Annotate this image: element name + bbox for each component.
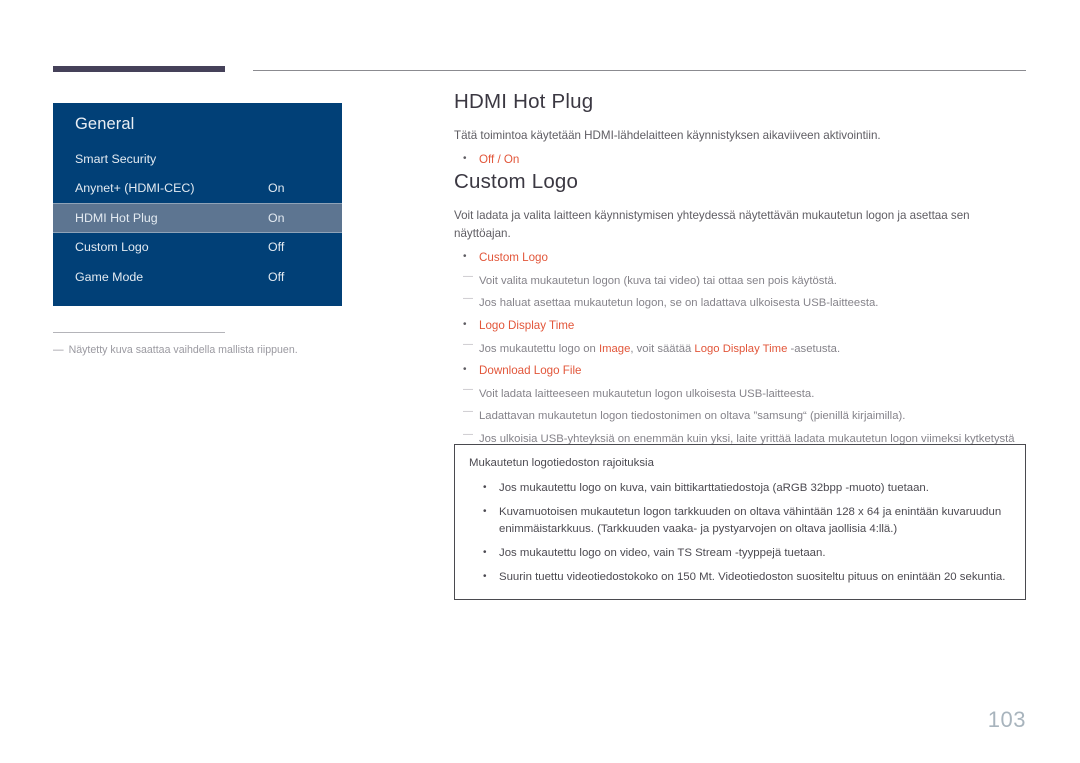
left-footnote: ― Näytetty kuva saattaa vaihdella mallis…: [53, 332, 343, 357]
osd-menu-title: General: [75, 115, 135, 133]
restrictions-note-box: Mukautetun logotiedoston rajoituksia Jos…: [454, 444, 1026, 600]
footnote-divider: [53, 332, 225, 333]
subnote-text-part-3: -asetusta.: [787, 342, 841, 355]
osd-value-custom-logo: Off: [268, 240, 285, 255]
heading-custom-logo: Custom Logo: [454, 170, 579, 194]
osd-row-smart-security[interactable]: Smart Security: [53, 144, 342, 174]
subnote-logo-display-time-1: Jos mukautettu logo on Image, voit säätä…: [454, 337, 1026, 359]
osd-label-smart-security: Smart Security: [75, 151, 157, 166]
osd-value-hdmi-hot-plug: On: [268, 210, 285, 225]
osd-label-custom-logo: Custom Logo: [75, 240, 149, 255]
osd-row-custom-logo[interactable]: Custom Logo Off: [53, 233, 342, 263]
note-box-item-4: Suurin tuettu videotiedostokoko on 150 M…: [469, 569, 1011, 586]
osd-row-anynet[interactable]: Anynet+ (HDMI-CEC) On: [53, 174, 342, 204]
bullet-list-custom-logo: Custom Logo Voit valita mukautetun logon…: [454, 249, 1026, 466]
osd-label-game-mode: Game Mode: [75, 269, 144, 284]
bullet-hdmi-off-on: Off / On: [454, 151, 1026, 170]
bullet-custom-logo: Custom Logo: [454, 249, 1026, 268]
osd-value-game-mode: Off: [268, 269, 285, 284]
note-box-item-2: Kuvamuotoisen mukautetun logon tarkkuude…: [469, 504, 1011, 538]
subnote-custom-logo-2: Jos haluat asettaa mukautetun logon, se …: [454, 291, 1026, 313]
heading-hdmi-hot-plug: HDMI Hot Plug: [454, 90, 594, 113]
bullet-download-logo-file: Download Logo File: [454, 362, 1026, 381]
subnote-download-logo-1: Voit ladata laitteeseen mukautetun logon…: [454, 382, 1026, 404]
right-content-column: HDMI Hot Plug Tätä toimintoa käytetään H…: [454, 90, 1026, 466]
page-number: 103: [987, 707, 1026, 732]
subnote-download-logo-2: Ladattavan mukautetun logon tiedostonime…: [454, 404, 1026, 426]
note-box-title: Mukautetun logotiedoston rajoituksia: [469, 457, 654, 469]
subnote-text-part-2: , voit säätää: [630, 342, 695, 355]
subnote-accent-logo-display-time: Logo Display Time: [694, 342, 788, 355]
note-box-item-3: Jos mukautettu logo on video, vain TS St…: [469, 545, 1011, 562]
osd-row-game-mode[interactable]: Game Mode Off: [53, 262, 342, 292]
footnote-text-row: ― Näytetty kuva saattaa vaihdella mallis…: [53, 343, 343, 357]
footnote-dash-marker: ―: [53, 344, 64, 356]
left-column: General Smart Security Anynet+ (HDMI-CEC…: [0, 0, 420, 763]
osd-row-hdmi-hot-plug[interactable]: HDMI Hot Plug On: [53, 203, 342, 233]
paragraph-custom-logo: Voit ladata ja valita laitteen käynnisty…: [454, 209, 970, 240]
footnote-text: Näytetty kuva saattaa vaihdella mallista…: [68, 344, 298, 356]
osd-value-anynet: On: [268, 181, 285, 196]
osd-menu-panel: General Smart Security Anynet+ (HDMI-CEC…: [53, 103, 342, 306]
paragraph-hdmi-hot-plug: Tätä toimintoa käytetään HDMI-lähdelaitt…: [454, 129, 881, 142]
osd-label-anynet: Anynet+ (HDMI-CEC): [75, 181, 195, 196]
note-box-list: Jos mukautettu logo on kuva, vain bittik…: [469, 480, 1011, 587]
subnote-accent-image: Image: [598, 342, 631, 355]
osd-panel-bottom-spacer: [53, 292, 342, 306]
bullet-logo-display-time: Logo Display Time: [454, 317, 1026, 336]
osd-label-hdmi-hot-plug: HDMI Hot Plug: [75, 210, 158, 225]
subnote-custom-logo-1: Voit valita mukautetun logon (kuva tai v…: [454, 269, 1026, 291]
subnote-text-part-1: Jos mukautettu logo on: [479, 342, 599, 355]
bullet-list-hdmi-hot-plug: Off / On: [454, 151, 1026, 170]
note-box-item-1: Jos mukautettu logo on kuva, vain bittik…: [469, 480, 1011, 497]
